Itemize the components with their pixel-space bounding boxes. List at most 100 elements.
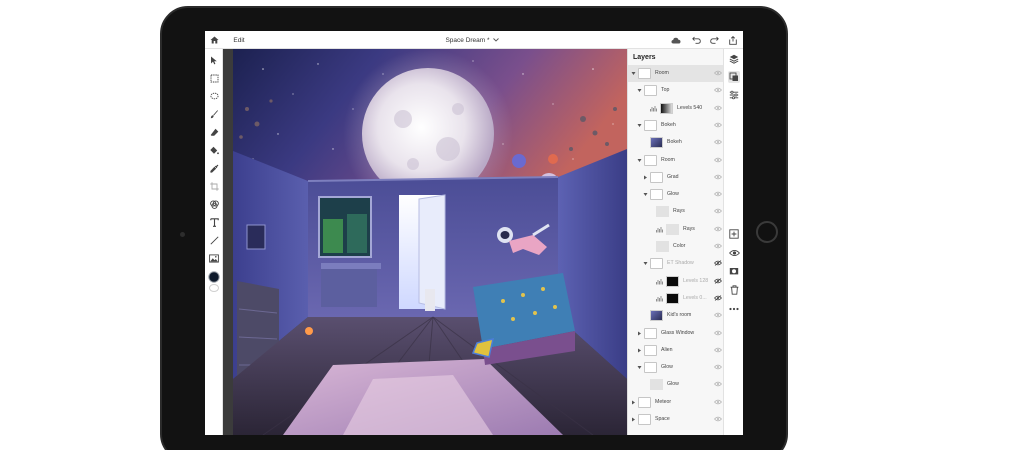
undo-button[interactable] bbox=[689, 31, 703, 49]
adjustments-button[interactable] bbox=[728, 89, 740, 101]
add-layer-button[interactable] bbox=[728, 228, 740, 240]
ipad-home-button[interactable] bbox=[756, 221, 778, 243]
brush-tool[interactable] bbox=[207, 107, 221, 121]
layer-row[interactable]: Kid's room bbox=[628, 307, 723, 324]
layer-row[interactable]: Room bbox=[628, 65, 723, 83]
layer-thumbnail bbox=[656, 206, 669, 218]
chevron-right-icon[interactable] bbox=[637, 348, 642, 353]
layers-stack-button[interactable] bbox=[728, 53, 740, 65]
image-tool-icon bbox=[209, 253, 219, 263]
chevron-down-icon[interactable] bbox=[643, 192, 648, 197]
layer-name: Levels 128 bbox=[683, 277, 709, 284]
chevron-right-icon[interactable] bbox=[637, 331, 642, 336]
eye-icon[interactable] bbox=[714, 157, 722, 163]
eye-icon[interactable] bbox=[714, 399, 722, 405]
eye-icon[interactable] bbox=[714, 226, 722, 232]
select-tool[interactable] bbox=[207, 53, 221, 67]
chevron-down-icon[interactable] bbox=[637, 365, 642, 370]
document-title-dropdown[interactable]: Space Dream * bbox=[437, 31, 507, 49]
layer-row[interactable]: Alien bbox=[628, 342, 723, 359]
eye-icon[interactable] bbox=[714, 174, 722, 180]
home-icon bbox=[210, 36, 218, 44]
eye-icon[interactable] bbox=[714, 139, 722, 145]
line-tool[interactable] bbox=[207, 233, 221, 247]
eye-icon[interactable] bbox=[714, 364, 722, 370]
eye-icon[interactable] bbox=[714, 87, 722, 93]
layer-row[interactable]: Glass Window bbox=[628, 325, 723, 342]
healing-tool[interactable] bbox=[207, 197, 221, 211]
layer-name: Bokeh bbox=[661, 121, 676, 128]
eyedropper-tool[interactable] bbox=[207, 161, 221, 175]
share-button[interactable] bbox=[726, 31, 740, 49]
eraser-tool-icon bbox=[210, 128, 218, 136]
layer-row[interactable]: Space bbox=[628, 411, 723, 428]
image-tool[interactable] bbox=[207, 251, 221, 265]
layer-row[interactable]: Room bbox=[628, 152, 723, 169]
chevron-right-icon[interactable] bbox=[643, 175, 648, 180]
layer-row[interactable]: Levels 128 bbox=[628, 273, 723, 290]
layer-properties-button[interactable] bbox=[728, 71, 740, 83]
crop-tool-icon bbox=[209, 181, 219, 191]
layer-row[interactable]: Glow bbox=[628, 359, 723, 376]
home-button[interactable] bbox=[207, 31, 221, 49]
redo-button[interactable] bbox=[707, 31, 721, 49]
lasso-tool[interactable] bbox=[207, 89, 221, 103]
layer-row[interactable]: Levels 0... bbox=[628, 290, 723, 307]
more-options-icon bbox=[729, 307, 739, 311]
eye-icon[interactable] bbox=[714, 208, 722, 214]
layer-row[interactable]: Rays bbox=[628, 221, 723, 238]
eye-off-icon[interactable] bbox=[714, 277, 722, 284]
eye-icon[interactable] bbox=[714, 347, 722, 353]
eye-icon[interactable] bbox=[714, 191, 722, 197]
layer-row[interactable]: Top bbox=[628, 82, 723, 99]
layer-row[interactable]: Grad bbox=[628, 169, 723, 186]
eye-icon[interactable] bbox=[714, 105, 722, 111]
background-color-swatch[interactable] bbox=[209, 284, 219, 292]
eye-icon[interactable] bbox=[714, 243, 722, 249]
eye-icon[interactable] bbox=[714, 70, 722, 76]
fill-tool[interactable] bbox=[207, 143, 221, 157]
layer-row[interactable]: ET Shadow bbox=[628, 255, 723, 272]
more-options-button[interactable] bbox=[728, 303, 740, 315]
chevron-right-icon[interactable] bbox=[631, 417, 636, 422]
layer-row[interactable]: Levels 540 bbox=[628, 100, 723, 117]
layer-row[interactable]: Bokeh bbox=[628, 134, 723, 151]
layer-row[interactable]: Glow bbox=[628, 376, 723, 393]
chevron-down-icon[interactable] bbox=[637, 123, 642, 128]
chevron-right-icon[interactable] bbox=[631, 400, 636, 405]
marquee-tool[interactable] bbox=[207, 71, 221, 85]
eye-off-icon[interactable] bbox=[714, 260, 722, 267]
crop-tool[interactable] bbox=[207, 179, 221, 193]
eraser-tool[interactable] bbox=[207, 125, 221, 139]
layer-row[interactable]: Meteor bbox=[628, 394, 723, 411]
layer-name: Room bbox=[661, 156, 675, 163]
eye-icon[interactable] bbox=[714, 312, 722, 318]
cloud-button[interactable] bbox=[669, 31, 683, 49]
type-tool[interactable] bbox=[207, 215, 221, 229]
chevron-down-icon[interactable] bbox=[637, 158, 642, 163]
layer-thumbnail bbox=[656, 241, 669, 252]
eye-icon[interactable] bbox=[714, 416, 722, 422]
artwork-space-dream bbox=[223, 49, 627, 435]
layer-row[interactable]: Color bbox=[628, 238, 723, 255]
eye-icon[interactable] bbox=[714, 122, 722, 128]
eye-icon[interactable] bbox=[714, 381, 722, 387]
layer-name: ET Shadow bbox=[667, 260, 694, 267]
layer-row[interactable]: Rays bbox=[628, 203, 723, 220]
delete-layer-button[interactable] bbox=[728, 284, 740, 296]
color-swatch-button[interactable] bbox=[207, 270, 221, 284]
chevron-down-icon[interactable] bbox=[631, 71, 636, 76]
layer-name: Glass Window bbox=[661, 329, 695, 336]
chevron-down-icon[interactable] bbox=[637, 88, 642, 93]
document-canvas[interactable] bbox=[223, 49, 627, 435]
eye-off-icon[interactable] bbox=[714, 295, 722, 301]
eye-icon[interactable] bbox=[714, 330, 722, 336]
layer-name: Rays bbox=[683, 225, 695, 232]
visibility-button[interactable] bbox=[728, 247, 740, 259]
layer-row[interactable]: Glow bbox=[628, 186, 723, 203]
chevron-down-icon[interactable] bbox=[643, 261, 648, 266]
chevron-down-icon bbox=[492, 38, 499, 42]
layer-row[interactable]: Bokeh bbox=[628, 117, 723, 134]
mask-button[interactable] bbox=[728, 265, 740, 277]
edit-tab[interactable]: Edit bbox=[229, 31, 249, 49]
